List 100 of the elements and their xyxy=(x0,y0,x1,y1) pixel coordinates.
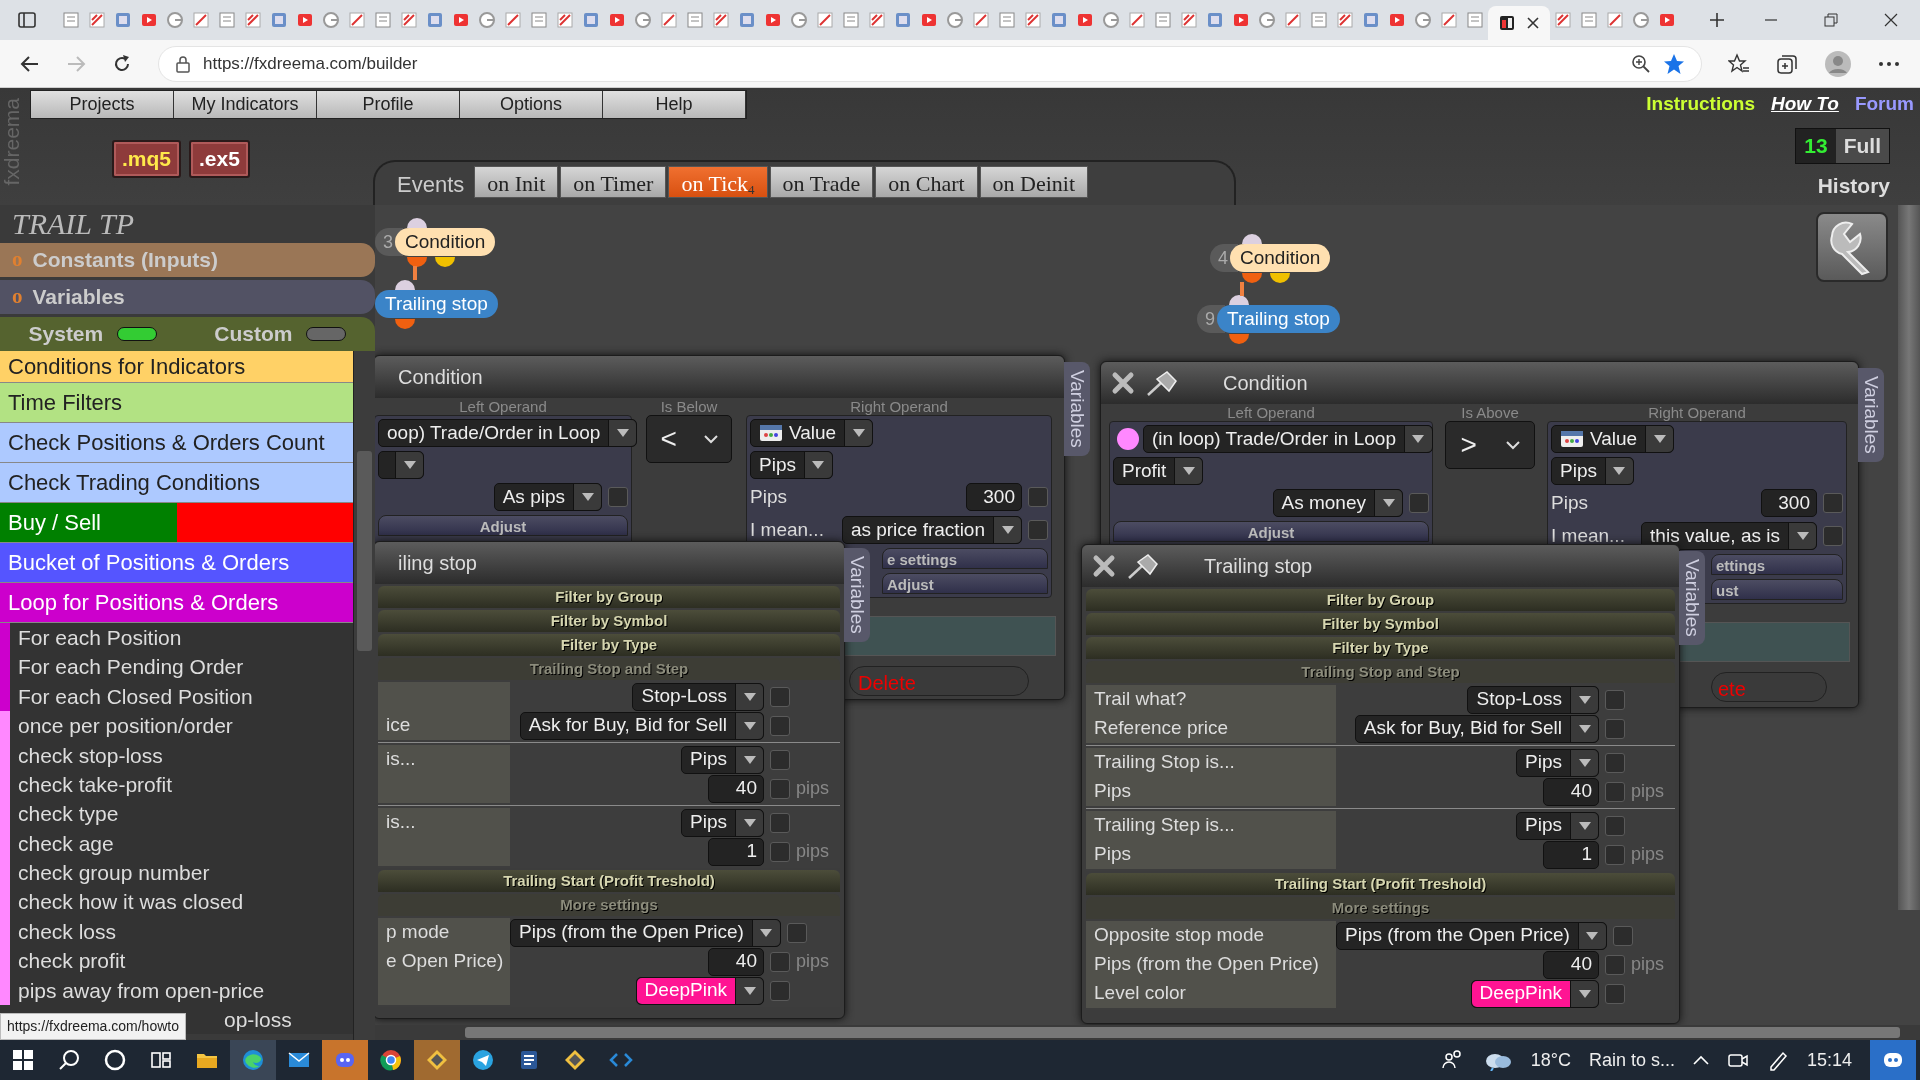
checkbox[interactable] xyxy=(770,980,790,1001)
menu-item[interactable]: Projects xyxy=(31,91,174,118)
tab-icon[interactable] xyxy=(1206,11,1224,29)
variables-tab[interactable]: Variables xyxy=(1064,362,1090,456)
tab-icon[interactable] xyxy=(894,11,912,29)
tab-icon[interactable] xyxy=(1362,11,1380,29)
tab-icon[interactable] xyxy=(868,11,886,29)
tab-icon[interactable] xyxy=(556,11,574,29)
tab-icon[interactable] xyxy=(244,11,262,29)
dropdown[interactable]: As pips xyxy=(493,483,602,511)
action-block[interactable]: Trailing stop xyxy=(375,290,498,318)
tab-icon[interactable] xyxy=(88,11,106,29)
link[interactable]: Instructions xyxy=(1646,90,1755,119)
dropdown[interactable]: Value xyxy=(750,419,874,447)
checkbox[interactable] xyxy=(1409,493,1429,513)
event-tab[interactable]: on Chart xyxy=(875,166,978,198)
collections-icon[interactable] xyxy=(1776,52,1798,75)
variables-tab[interactable]: Variables xyxy=(844,548,870,642)
tab-icon[interactable] xyxy=(738,11,756,29)
checkbox[interactable] xyxy=(1605,781,1625,802)
checkbox[interactable] xyxy=(1605,815,1625,836)
dropdown[interactable]: Pips xyxy=(1516,748,1599,777)
tab-icon[interactable] xyxy=(1414,11,1432,29)
tab-icon[interactable] xyxy=(1050,11,1068,29)
menu-item[interactable]: Help xyxy=(603,91,746,118)
refresh-icon[interactable] xyxy=(112,53,132,74)
checkbox[interactable] xyxy=(1605,983,1625,1004)
dropdown[interactable]: Profit xyxy=(1113,457,1204,485)
operator-dropdown[interactable]: < xyxy=(646,415,732,463)
dropdown[interactable]: Pips xyxy=(1551,457,1634,485)
number-field[interactable]: 40 xyxy=(1543,950,1599,979)
event-tab[interactable]: on Timer xyxy=(560,166,667,198)
output-port[interactable] xyxy=(407,257,427,267)
tab-icon[interactable] xyxy=(582,11,600,29)
tab-icon[interactable] xyxy=(946,11,964,29)
section-header[interactable]: Filter by Symbol xyxy=(1086,613,1675,635)
dropdown[interactable] xyxy=(378,451,424,479)
dropdown[interactable]: Pips (from the Open Price) xyxy=(1336,921,1607,950)
checkbox[interactable] xyxy=(770,749,790,770)
variables-tab[interactable]: Variables xyxy=(1858,368,1884,462)
browser-icon[interactable] xyxy=(379,1048,403,1072)
tab-icon[interactable] xyxy=(816,11,834,29)
tab-icon[interactable] xyxy=(192,11,210,29)
pin-icon[interactable] xyxy=(1145,369,1179,397)
dropdown[interactable]: Stop-Loss xyxy=(632,682,764,711)
tab-icon[interactable] xyxy=(504,11,522,29)
tab-icon[interactable] xyxy=(166,11,184,29)
tab-icon[interactable] xyxy=(1076,11,1094,29)
scrollbar[interactable] xyxy=(375,1025,1920,1040)
dropdown[interactable]: DeepPink xyxy=(635,976,764,1005)
block-item[interactable]: op-loss xyxy=(216,1004,292,1036)
dropdown[interactable]: Stop-Loss xyxy=(1467,685,1599,714)
section-header[interactable]: e settings xyxy=(882,548,1048,569)
dropdown[interactable]: this value, as is xyxy=(1641,521,1817,550)
category-item[interactable]: Conditions for Indicators xyxy=(0,351,353,383)
favorites-icon[interactable] xyxy=(1728,52,1750,75)
pin-icon[interactable] xyxy=(1126,552,1160,580)
checkbox[interactable] xyxy=(1605,689,1625,710)
category-item[interactable]: Loop for Positions & Orders xyxy=(0,583,353,623)
new-tab-icon[interactable] xyxy=(1708,11,1726,29)
sidebar-section[interactable]: o Variables xyxy=(0,280,375,314)
output-port[interactable] xyxy=(1229,334,1249,344)
tab-icon[interactable] xyxy=(1606,11,1624,29)
tab-icon[interactable] xyxy=(790,11,808,29)
section-header[interactable]: ettings xyxy=(1711,554,1843,575)
dropdown[interactable]: DeepPink xyxy=(1470,979,1599,1008)
toggle-switch[interactable] xyxy=(306,327,347,341)
checkbox[interactable] xyxy=(1612,925,1633,946)
tab-icon[interactable] xyxy=(972,11,990,29)
input-port[interactable] xyxy=(1242,234,1262,244)
menu-item[interactable]: Profile xyxy=(317,91,460,118)
scrollbar[interactable] xyxy=(1898,205,1920,910)
section-header[interactable]: Adjust xyxy=(378,515,628,536)
checkbox[interactable] xyxy=(1605,844,1625,865)
tab-icon[interactable] xyxy=(1024,11,1042,29)
tab-actions-icon[interactable] xyxy=(18,11,36,29)
dropdown[interactable]: Pips xyxy=(750,451,833,479)
event-tab[interactable]: on Deinit xyxy=(979,166,1089,198)
number-field[interactable]: 300 xyxy=(1761,489,1817,518)
output-port[interactable] xyxy=(395,319,415,329)
search-icon[interactable] xyxy=(57,1048,81,1072)
number-field[interactable]: 40 xyxy=(708,947,764,976)
operator-dropdown[interactable]: > xyxy=(1445,421,1535,469)
checkbox[interactable] xyxy=(786,922,807,943)
tab-icon[interactable] xyxy=(140,11,158,29)
category-item[interactable]: Check Positions & Orders Count xyxy=(0,423,353,463)
tab-icon[interactable] xyxy=(920,11,938,29)
close-icon[interactable] xyxy=(1526,16,1540,30)
number-field[interactable]: 300 xyxy=(966,483,1022,512)
checkbox[interactable] xyxy=(770,812,790,833)
section-header[interactable]: Filter by Type xyxy=(378,634,840,656)
category-item[interactable]: Time Filters xyxy=(0,383,353,423)
checkbox[interactable] xyxy=(1028,519,1048,540)
output-port[interactable] xyxy=(1242,273,1262,283)
menu-item[interactable]: My Indicators xyxy=(174,91,317,118)
avatar-icon[interactable] xyxy=(1824,49,1852,78)
chevron-up-icon[interactable] xyxy=(1692,1055,1709,1065)
checkbox[interactable] xyxy=(770,778,790,799)
input-port[interactable] xyxy=(1229,295,1249,305)
star-icon[interactable] xyxy=(1663,52,1685,75)
